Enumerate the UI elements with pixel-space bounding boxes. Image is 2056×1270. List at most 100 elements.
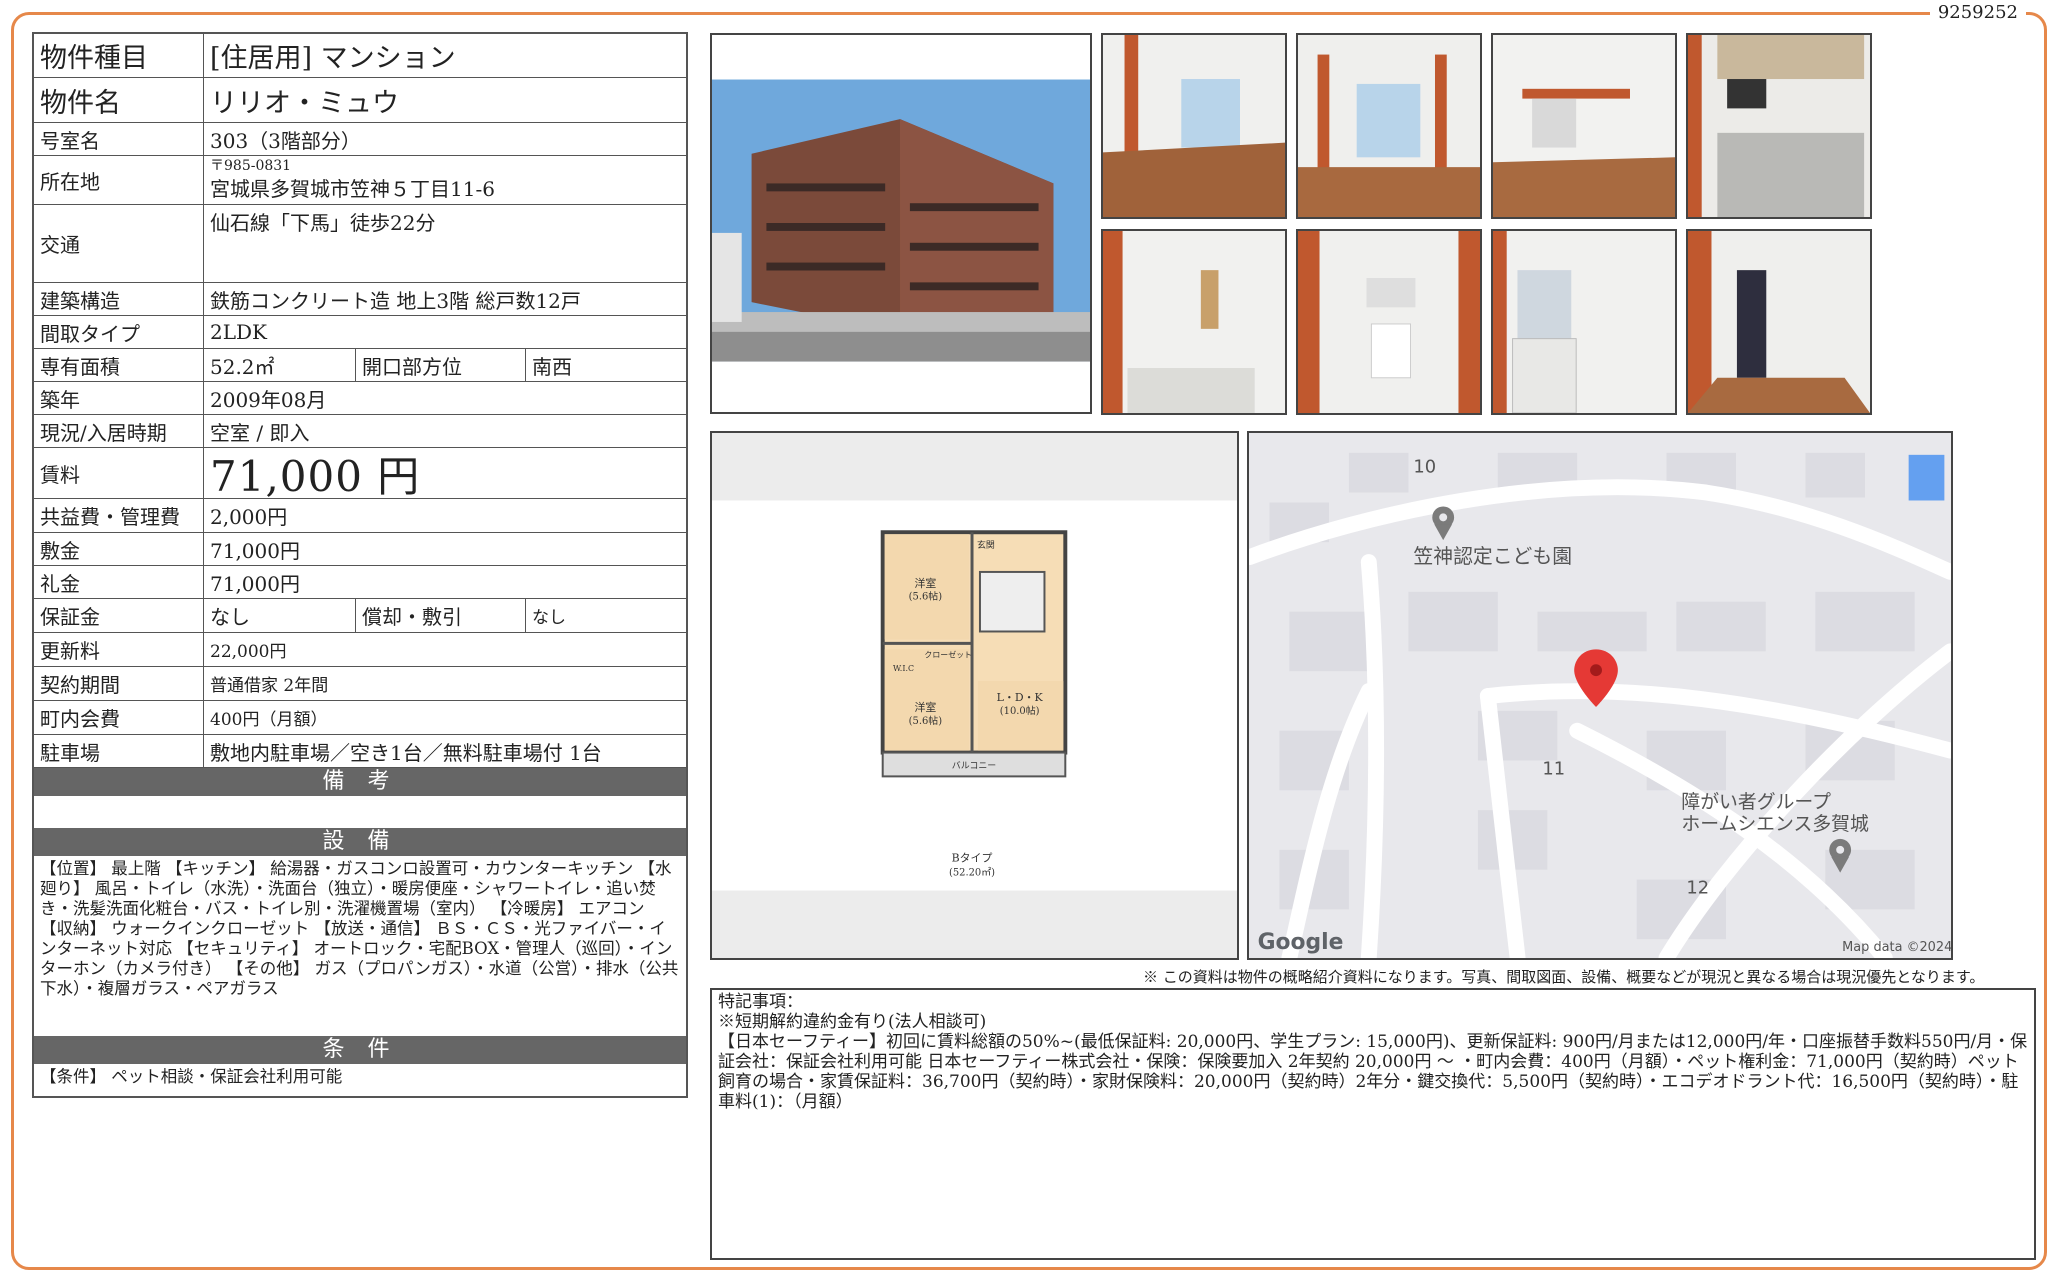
room-size: (5.6帖) xyxy=(909,590,943,603)
balcony-label: バルコニー xyxy=(952,760,996,771)
row-room: 号室名 303（3階部分） xyxy=(34,123,686,156)
row-contract: 契約期間 普通借家 2年間 xyxy=(34,667,686,701)
zip-code: 〒985-0831 xyxy=(210,157,292,174)
disclaimer-note: ※ この資料は物件の概略紹介資料になります。写真、間取図面、設備、概要などが現況… xyxy=(1143,968,1985,986)
photo-image xyxy=(1298,231,1480,413)
entrance-label: 玄関 xyxy=(977,539,995,551)
label: 物件種目 xyxy=(34,34,204,77)
label: 間取タイプ xyxy=(34,316,204,348)
row-deposit: 敷金 71,000円 xyxy=(34,533,686,566)
interior-photo-3[interactable] xyxy=(1491,33,1677,219)
label: 号室名 xyxy=(34,123,204,155)
row-guarantee: 保証金 なし 償却・敷引 なし xyxy=(34,599,686,633)
direction-label: 開口部方位 xyxy=(356,349,526,381)
map-label-12: 12 xyxy=(1686,877,1709,898)
row-fee: 共益費・管理費 2,000円 xyxy=(34,499,686,533)
value: 2,000円 xyxy=(210,505,288,529)
map-label-group-home-2: ホームシエンス多賀城 xyxy=(1681,813,1869,835)
row-rent: 賃料 71,000 円 xyxy=(34,448,686,501)
interior-photo-8[interactable] xyxy=(1686,229,1872,415)
row-area: 専有面積 52.2㎡ 開口部方位 南西 xyxy=(34,349,686,382)
row-built: 築年 2009年08月 xyxy=(34,382,686,415)
row-parking: 駐車場 敷地内駐車場／空き1台／無料駐車場付 1台 xyxy=(34,735,686,768)
row-name: 物件名 リリオ・ミュウ xyxy=(34,78,686,123)
amortization-label: 償却・敷引 xyxy=(356,599,526,632)
value: 303（3階部分） xyxy=(210,128,361,153)
row-address: 所在地 〒985-0831 宮城県多賀城市笠神５丁目11-6 xyxy=(34,156,686,205)
equipment-header: 設 備 xyxy=(34,828,686,856)
map-label-group-home-1: 障がい者グループ xyxy=(1681,791,1831,813)
plan-area: (52.20㎡) xyxy=(949,867,995,879)
row-layout: 間取タイプ 2LDK xyxy=(34,316,686,349)
label: 敷金 xyxy=(34,533,204,565)
notes-body xyxy=(34,796,686,828)
label: 専有面積 xyxy=(34,349,204,381)
room-size: (10.0帖) xyxy=(1000,704,1040,717)
value: 仙石線「下馬」徒歩22分 xyxy=(210,211,436,235)
special-remarks: 特記事項： ※短期解約違約金有り(法人相談可) 【日本セーフティー】初回に賃料総… xyxy=(710,988,2036,1260)
interior-photo-1[interactable] xyxy=(1101,33,1287,219)
photo-image xyxy=(1103,35,1285,217)
interior-photo-6[interactable] xyxy=(1296,229,1482,415)
photo-image xyxy=(1493,35,1675,217)
label: 現況/入居時期 xyxy=(34,415,204,447)
area-value: 52.2㎡ xyxy=(204,349,356,381)
property-id: 9259252 xyxy=(1929,2,2026,23)
label: 共益費・管理費 xyxy=(34,499,204,532)
notes-header: 備 考 xyxy=(34,768,686,796)
value: 71,000円 xyxy=(210,571,300,596)
interior-photo-7[interactable] xyxy=(1491,229,1677,415)
map-credit: Map data ©2024 xyxy=(1842,940,1951,955)
value: 22,000円 xyxy=(210,642,287,662)
guarantee-value: なし xyxy=(204,599,356,632)
value: 鉄筋コンクリート造 地上3階 総戸数12戸 xyxy=(210,288,581,313)
exterior-photo[interactable] xyxy=(710,33,1092,414)
label: 建築構造 xyxy=(34,283,204,315)
label: 契約期間 xyxy=(34,667,204,700)
label: 更新料 xyxy=(34,633,204,666)
label: 築年 xyxy=(34,382,204,414)
room-label: L・D・K xyxy=(997,691,1044,704)
map-label-10: 10 xyxy=(1413,457,1436,478)
row-structure: 建築構造 鉄筋コンクリート造 地上3階 総戸数12戸 xyxy=(34,283,686,316)
building-image xyxy=(712,79,1090,362)
label: 礼金 xyxy=(34,566,204,598)
value: 71,000円 xyxy=(210,538,300,563)
photo-image xyxy=(1298,35,1480,217)
remarks-line: 【日本セーフティー】初回に賃料総額の50%~(最低保証料: 20,000円、学生… xyxy=(718,1032,2028,1112)
equipment-body: 【位置】 最上階 【キッチン】 給湯器・ガスコンロ設置可・カウンターキッチン 【… xyxy=(40,859,679,998)
remarks-line: ※短期解約違約金有り(法人相談可) xyxy=(718,1012,987,1032)
value: 400円（月額） xyxy=(210,710,328,730)
property-info-table: 物件種目 [住居用] マンション 物件名 リリオ・ミュウ 号室名 303（3階部… xyxy=(32,32,688,1098)
plan-caption: Bタイプ xyxy=(952,852,993,865)
value: 普通借家 2年間 xyxy=(210,676,329,696)
direction-value: 南西 xyxy=(532,354,572,379)
row-type: 物件種目 [住居用] マンション xyxy=(34,34,686,78)
remarks-title: 特記事項： xyxy=(718,992,803,1012)
floor-plan[interactable]: 洋室 (5.6帖) 洋室 (5.6帖) L・D・K (10.0帖) 玄関 W.I… xyxy=(710,431,1239,960)
value: [住居用] マンション xyxy=(210,43,456,74)
area-values: 52.2㎡ 開口部方位 南西 xyxy=(204,349,686,381)
amortization-value: なし xyxy=(532,608,566,628)
value: 敷地内駐車場／空き1台／無料駐車場付 1台 xyxy=(210,740,602,765)
photo-image xyxy=(1688,35,1870,217)
room-label: 洋室 xyxy=(914,700,936,714)
row-key-money: 礼金 71,000円 xyxy=(34,566,686,599)
row-association: 町内会費 400円（月額） xyxy=(34,701,686,735)
interior-photo-4[interactable] xyxy=(1686,33,1872,219)
label: 駐車場 xyxy=(34,735,204,767)
location-map[interactable]: 10 笠神認定こども園 11 障がい者グループ ホームシエンス多賀城 12 Go… xyxy=(1247,431,1953,960)
label: 賃料 xyxy=(34,448,204,498)
interior-photo-5[interactable] xyxy=(1101,229,1287,415)
label: 物件名 xyxy=(34,78,204,122)
value: 2009年08月 xyxy=(210,387,327,412)
rent-value: 71,000 円 xyxy=(210,451,421,501)
interior-photo-2[interactable] xyxy=(1296,33,1482,219)
value: 2LDK xyxy=(210,320,267,344)
guarantee-values: なし 償却・敷引 なし xyxy=(204,599,686,632)
address-value: 〒985-0831 宮城県多賀城市笠神５丁目11-6 xyxy=(204,156,686,204)
label: 保証金 xyxy=(34,599,204,632)
label: 町内会費 xyxy=(34,701,204,734)
conditions-body: 【条件】 ペット相談・保証会社利用可能 xyxy=(40,1067,343,1086)
floor-plan-drawing: 洋室 (5.6帖) 洋室 (5.6帖) L・D・K (10.0帖) 玄関 W.I… xyxy=(712,433,1237,958)
